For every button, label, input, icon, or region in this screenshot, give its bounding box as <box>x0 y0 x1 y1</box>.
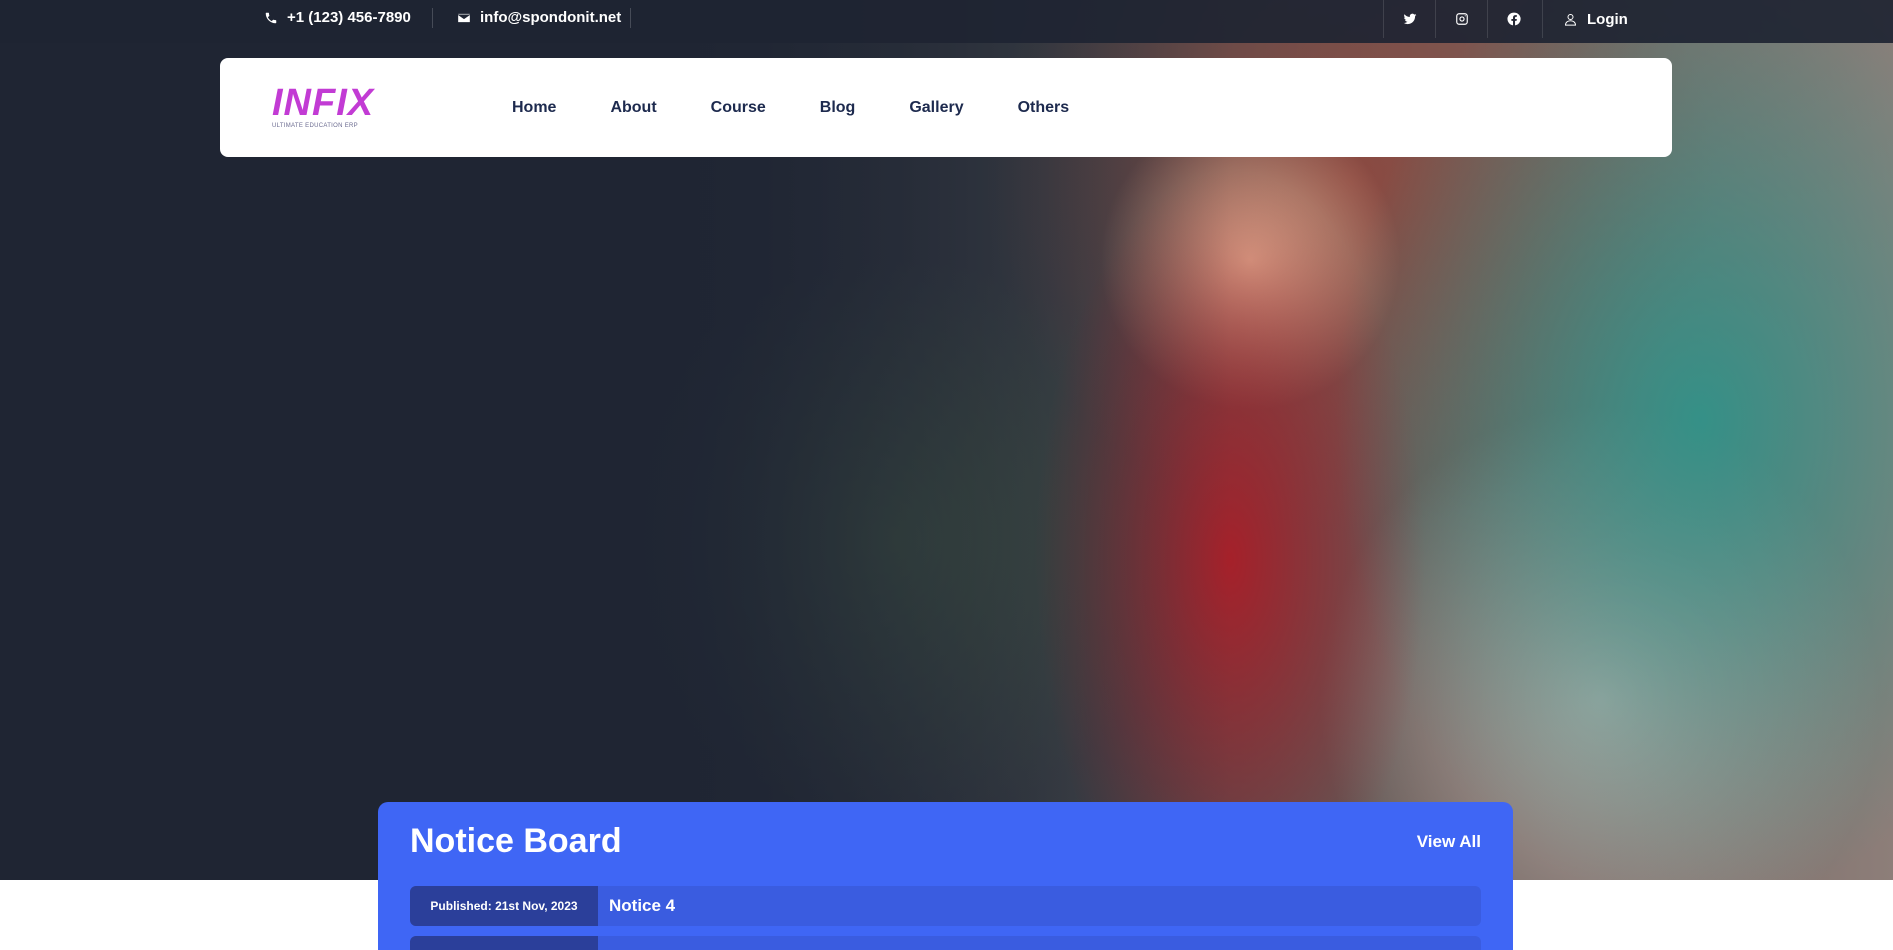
notice-title: Notice 4 <box>609 896 676 915</box>
main-navbar: INFIX ULTIMATE EDUCATION ERP Home About … <box>220 58 1672 157</box>
instagram-icon <box>1455 13 1468 25</box>
divider <box>630 8 631 28</box>
email-address: info@spondonit.net <box>480 9 622 26</box>
twitter-icon <box>1403 13 1416 25</box>
login-label: Login <box>1587 10 1628 28</box>
facebook-icon <box>1506 12 1521 26</box>
phone-number: +1 (123) 456-7890 <box>287 9 411 26</box>
twitter-link[interactable] <box>1383 0 1435 38</box>
instagram-link[interactable] <box>1435 0 1487 38</box>
phone-icon <box>265 12 277 23</box>
nav-menu: Home About Course Blog Gallery Others <box>512 58 1123 157</box>
envelope-icon <box>457 13 471 22</box>
nav-item-blog[interactable]: Blog <box>820 99 856 117</box>
top-bar: +1 (123) 456-7890 info@spondonit.net Log… <box>0 0 1893 43</box>
facebook-link[interactable] <box>1487 0 1539 38</box>
notice-item[interactable]: Published: 21st Nov, 2023 Notice 4 <box>410 886 1481 926</box>
published-date <box>410 936 598 950</box>
notice-board: Notice Board View All Published: 21st No… <box>378 802 1513 950</box>
login-button[interactable]: Login <box>1542 0 1642 38</box>
notice-board-title: Notice Board <box>410 822 622 860</box>
nav-item-others[interactable]: Others <box>1018 99 1070 117</box>
phone-contact[interactable]: +1 (123) 456-7890 <box>264 0 411 35</box>
brand-logo[interactable]: INFIX ULTIMATE EDUCATION ERP <box>272 84 382 132</box>
notice-item[interactable] <box>410 936 1481 950</box>
published-date: Published: 21st Nov, 2023 <box>410 886 598 926</box>
nav-item-about[interactable]: About <box>610 99 656 117</box>
divider <box>432 8 433 28</box>
nav-item-course[interactable]: Course <box>711 99 766 117</box>
view-all-link[interactable]: View All <box>1417 832 1481 852</box>
nav-item-gallery[interactable]: Gallery <box>909 99 963 117</box>
email-contact[interactable]: info@spondonit.net <box>457 0 621 35</box>
logo-text: INFIX <box>272 82 375 124</box>
nav-item-home[interactable]: Home <box>512 99 556 117</box>
user-icon <box>1564 13 1577 26</box>
